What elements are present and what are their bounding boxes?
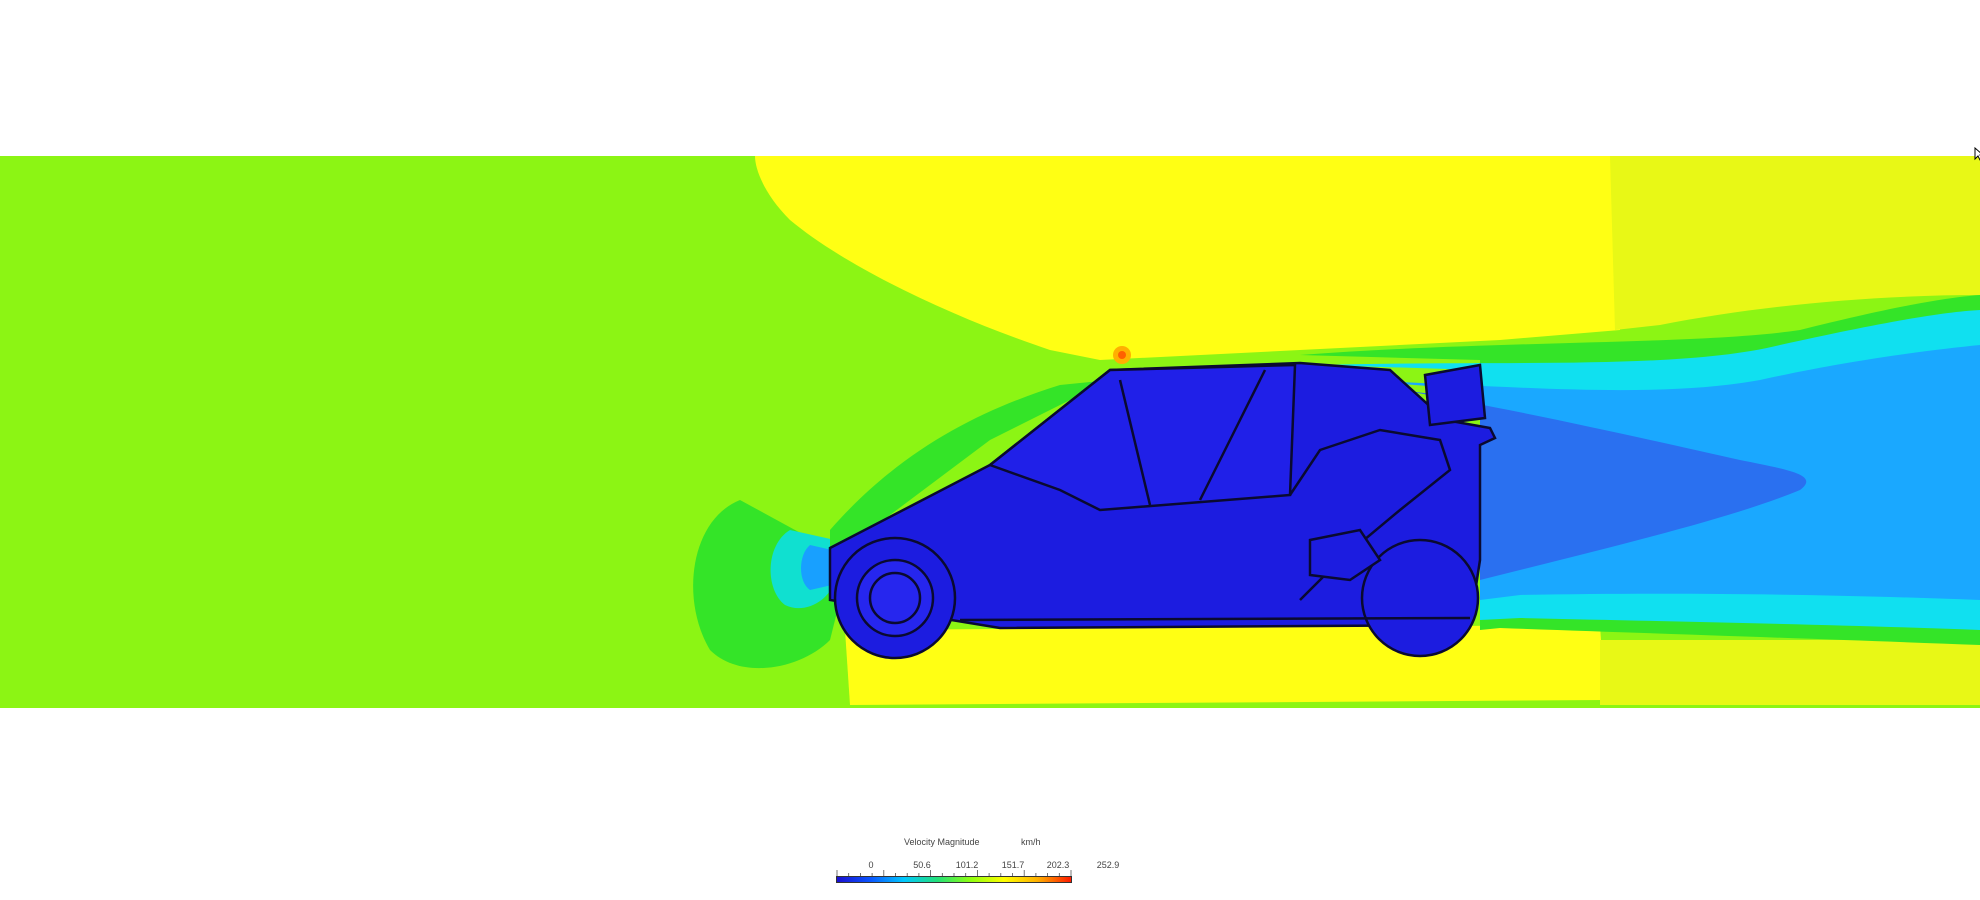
color-legend: Velocity Magnitude km/h 0 50.6 101.2 151…: [830, 830, 1130, 890]
legend-tick: 101.2: [955, 860, 979, 870]
stagnation-core: [801, 545, 832, 590]
legend-tick: 202.3: [1046, 860, 1070, 870]
mouse-pointer-icon: [1974, 147, 1980, 161]
legend-title: Velocity Magnitude: [904, 837, 980, 847]
legend-tick: 0: [868, 860, 874, 870]
legend-unit: km/h: [1021, 837, 1041, 847]
legend-tick: 151.7: [1001, 860, 1025, 870]
legend-color-bar: [836, 876, 1072, 883]
underbody-flow-region: [845, 625, 1605, 705]
legend-tick: 252.9: [1096, 860, 1120, 870]
velocity-contour-field[interactable]: [0, 0, 1980, 900]
cfd-viewport[interactable]: Velocity Magnitude km/h 0 50.6 101.2 151…: [0, 0, 1980, 900]
rear-wing: [1423, 363, 1487, 427]
front-wheel-center: [868, 571, 922, 625]
underbody-flow-edge: [1600, 640, 1980, 705]
roof-hotspot-core: [1118, 351, 1126, 359]
legend-tick: 50.6: [913, 860, 931, 870]
